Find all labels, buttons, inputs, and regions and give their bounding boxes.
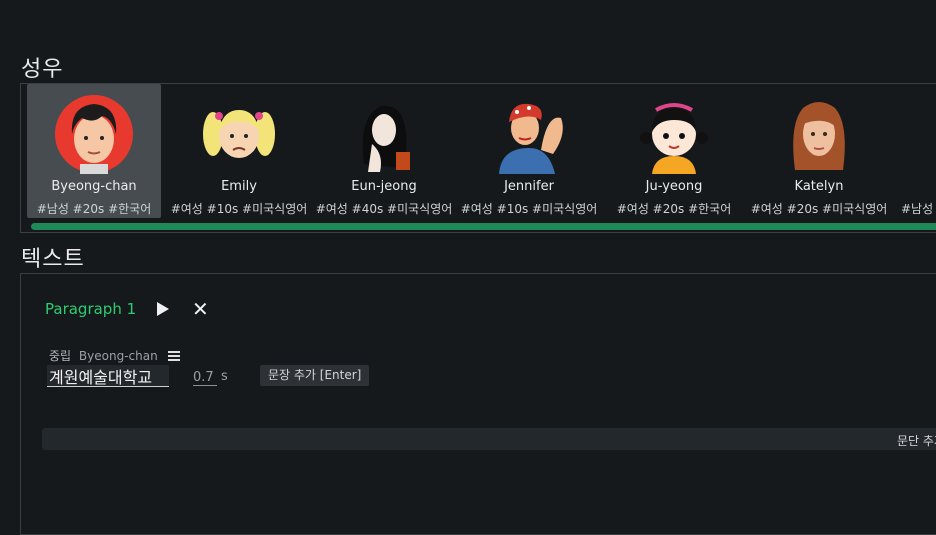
- voice-card-emily[interactable]: Emily #여성 #10s #미국식영어: [171, 84, 307, 218]
- voice-name: Eun-jeong: [351, 179, 417, 194]
- voice-card-eun-jeong[interactable]: Eun-jeong #여성 #40s #미국식영어: [316, 84, 452, 218]
- voice-tags: #여성 #20s #미국식영어: [750, 202, 888, 216]
- voice-name: Ju-yeong: [645, 179, 703, 194]
- sentence-menu-icon[interactable]: [167, 351, 180, 361]
- add-paragraph-label: 문단 추가: [897, 434, 936, 448]
- avatar-byeong-chan-icon: [55, 95, 133, 174]
- play-paragraph-icon[interactable]: [157, 302, 169, 316]
- sentence-meta: 중립 Byeong-chan: [49, 347, 180, 364]
- text-section-title: 텍스트: [21, 247, 85, 272]
- sentence-speaker: Byeong-chan: [78, 349, 158, 363]
- pause-duration-input[interactable]: [193, 369, 217, 386]
- voice-tags: #남성: [901, 202, 934, 216]
- add-sentence-button[interactable]: 문장 추가 [Enter]: [260, 365, 370, 386]
- avatar-jennifer-icon: [499, 103, 563, 174]
- sentence-emotion: 중립: [49, 349, 72, 363]
- avatar-ju-yeong-icon: [640, 103, 708, 174]
- voice-card-katelyn[interactable]: Katelyn #여성 #20s #미국식영어: [751, 84, 887, 218]
- delete-paragraph-icon[interactable]: ✕: [192, 298, 209, 320]
- avatar-katelyn-icon: [793, 102, 845, 170]
- voice-name: Emily: [221, 179, 257, 194]
- text-editor-panel: Paragraph 1 ✕ 중립 Byeong-chan s 문장 추가 [En…: [20, 273, 936, 535]
- pause-unit-label: s: [221, 369, 228, 384]
- avatar-eun-jeong-icon: [362, 105, 410, 172]
- voice-card-partial[interactable]: #남성: [897, 84, 936, 218]
- voice-name: Katelyn: [794, 179, 844, 194]
- voice-name: Jennifer: [504, 179, 554, 194]
- voice-section-title: 성우: [21, 57, 64, 82]
- avatar-emily-icon: [203, 110, 275, 158]
- sentence-text-input[interactable]: [47, 365, 169, 387]
- add-paragraph-button[interactable]: 문단 추가: [42, 428, 936, 450]
- paragraph-title: Paragraph 1: [45, 300, 137, 318]
- voice-list: Byeong-chan #남성 #20s #한국어 Emily #여성 #10s…: [20, 83, 936, 233]
- voice-list-scrollbar[interactable]: [31, 223, 936, 230]
- voice-name: Byeong-chan: [51, 179, 137, 194]
- voice-card-jennifer[interactable]: Jennifer #여성 #10s #미국식영어: [461, 84, 597, 218]
- voice-card-ju-yeong[interactable]: Ju-yeong #여성 #20s #한국어: [607, 84, 741, 218]
- voice-card-byeong-chan[interactable]: Byeong-chan #남성 #20s #한국어: [27, 84, 161, 218]
